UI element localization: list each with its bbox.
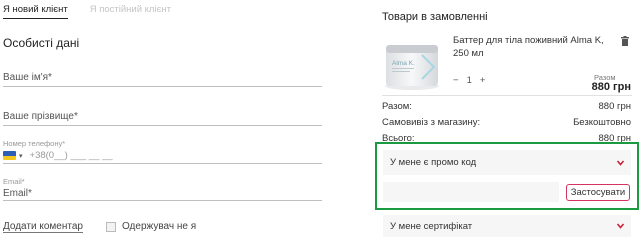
personal-data-title: Особисті дані: [3, 36, 80, 50]
quantity-stepper[interactable]: − 1 +: [453, 75, 485, 86]
phone-field[interactable]: Номер телефону* ▾ +38(0__) ___ __ __: [3, 139, 322, 164]
email-placeholder: Email*: [3, 188, 32, 199]
last-name-field[interactable]: Ваше прізвище*: [3, 111, 322, 126]
other-recipient-option[interactable]: Одержувач не я: [106, 221, 196, 232]
email-field[interactable]: Email* Email*: [3, 177, 322, 201]
trash-icon[interactable]: [620, 36, 630, 46]
country-caret-icon[interactable]: ▾: [19, 152, 23, 160]
other-recipient-label: Одержувач не я: [122, 221, 197, 232]
summary-value: Безкоштовно: [573, 117, 631, 128]
summary-label: Самовивіз з магазину:: [382, 117, 481, 128]
chevron-down-icon[interactable]: [617, 223, 624, 229]
summary-label: Разом:: [382, 101, 412, 112]
first-name-field[interactable]: Ваше ім'я*: [3, 72, 322, 87]
first-name-placeholder: Ваше ім'я*: [3, 72, 52, 83]
certificate-label: У мене сертифікат: [390, 220, 473, 232]
phone-mask: +38(0__) ___ __ __: [29, 150, 113, 161]
add-comment-link[interactable]: Додати коментар: [3, 221, 83, 233]
last-name-placeholder: Ваше прізвище*: [3, 111, 78, 122]
promo-code-toggle[interactable]: У мене є промо код: [383, 150, 631, 175]
certificate-toggle[interactable]: У мене сертифікат: [383, 215, 631, 237]
product-brand-text: Alma K.: [392, 60, 415, 67]
phone-input-row: ▾ +38(0__) ___ __ __: [3, 150, 322, 161]
increase-button[interactable]: +: [480, 75, 486, 86]
decrease-button[interactable]: −: [453, 75, 459, 86]
summary-row-delivery: Самовивіз з магазину: Безкоштовно: [382, 117, 631, 128]
phone-label: Номер телефону*: [3, 139, 66, 148]
order-divider: [382, 95, 632, 96]
client-tabs: Я новий клієнт Я постійний клієнт: [3, 4, 171, 19]
tab-regular-client[interactable]: Я постійний клієнт: [90, 4, 171, 19]
promo-code-label: У мене є промо код: [390, 157, 477, 168]
ukraine-flag-icon[interactable]: [3, 151, 16, 160]
chevron-down-icon[interactable]: [617, 159, 624, 166]
quantity-value: 1: [466, 75, 472, 86]
apply-promo-button[interactable]: Застосувати: [566, 184, 630, 201]
promo-code-input[interactable]: [383, 182, 559, 202]
product-image[interactable]: Alma K.: [382, 37, 442, 93]
product-name[interactable]: Баттер для тіла поживний Alma K, 250 мл: [453, 34, 613, 60]
summary-value: 880 грн: [598, 101, 632, 112]
email-label: Email*: [3, 177, 25, 186]
other-recipient-checkbox[interactable]: [106, 221, 116, 232]
order-title: Товари в замовленні: [382, 11, 488, 23]
summary-row-subtotal: Разом: 880 грн: [382, 101, 631, 112]
product-price: 880 грн: [591, 81, 631, 93]
tab-new-client[interactable]: Я новий клієнт: [3, 4, 68, 19]
